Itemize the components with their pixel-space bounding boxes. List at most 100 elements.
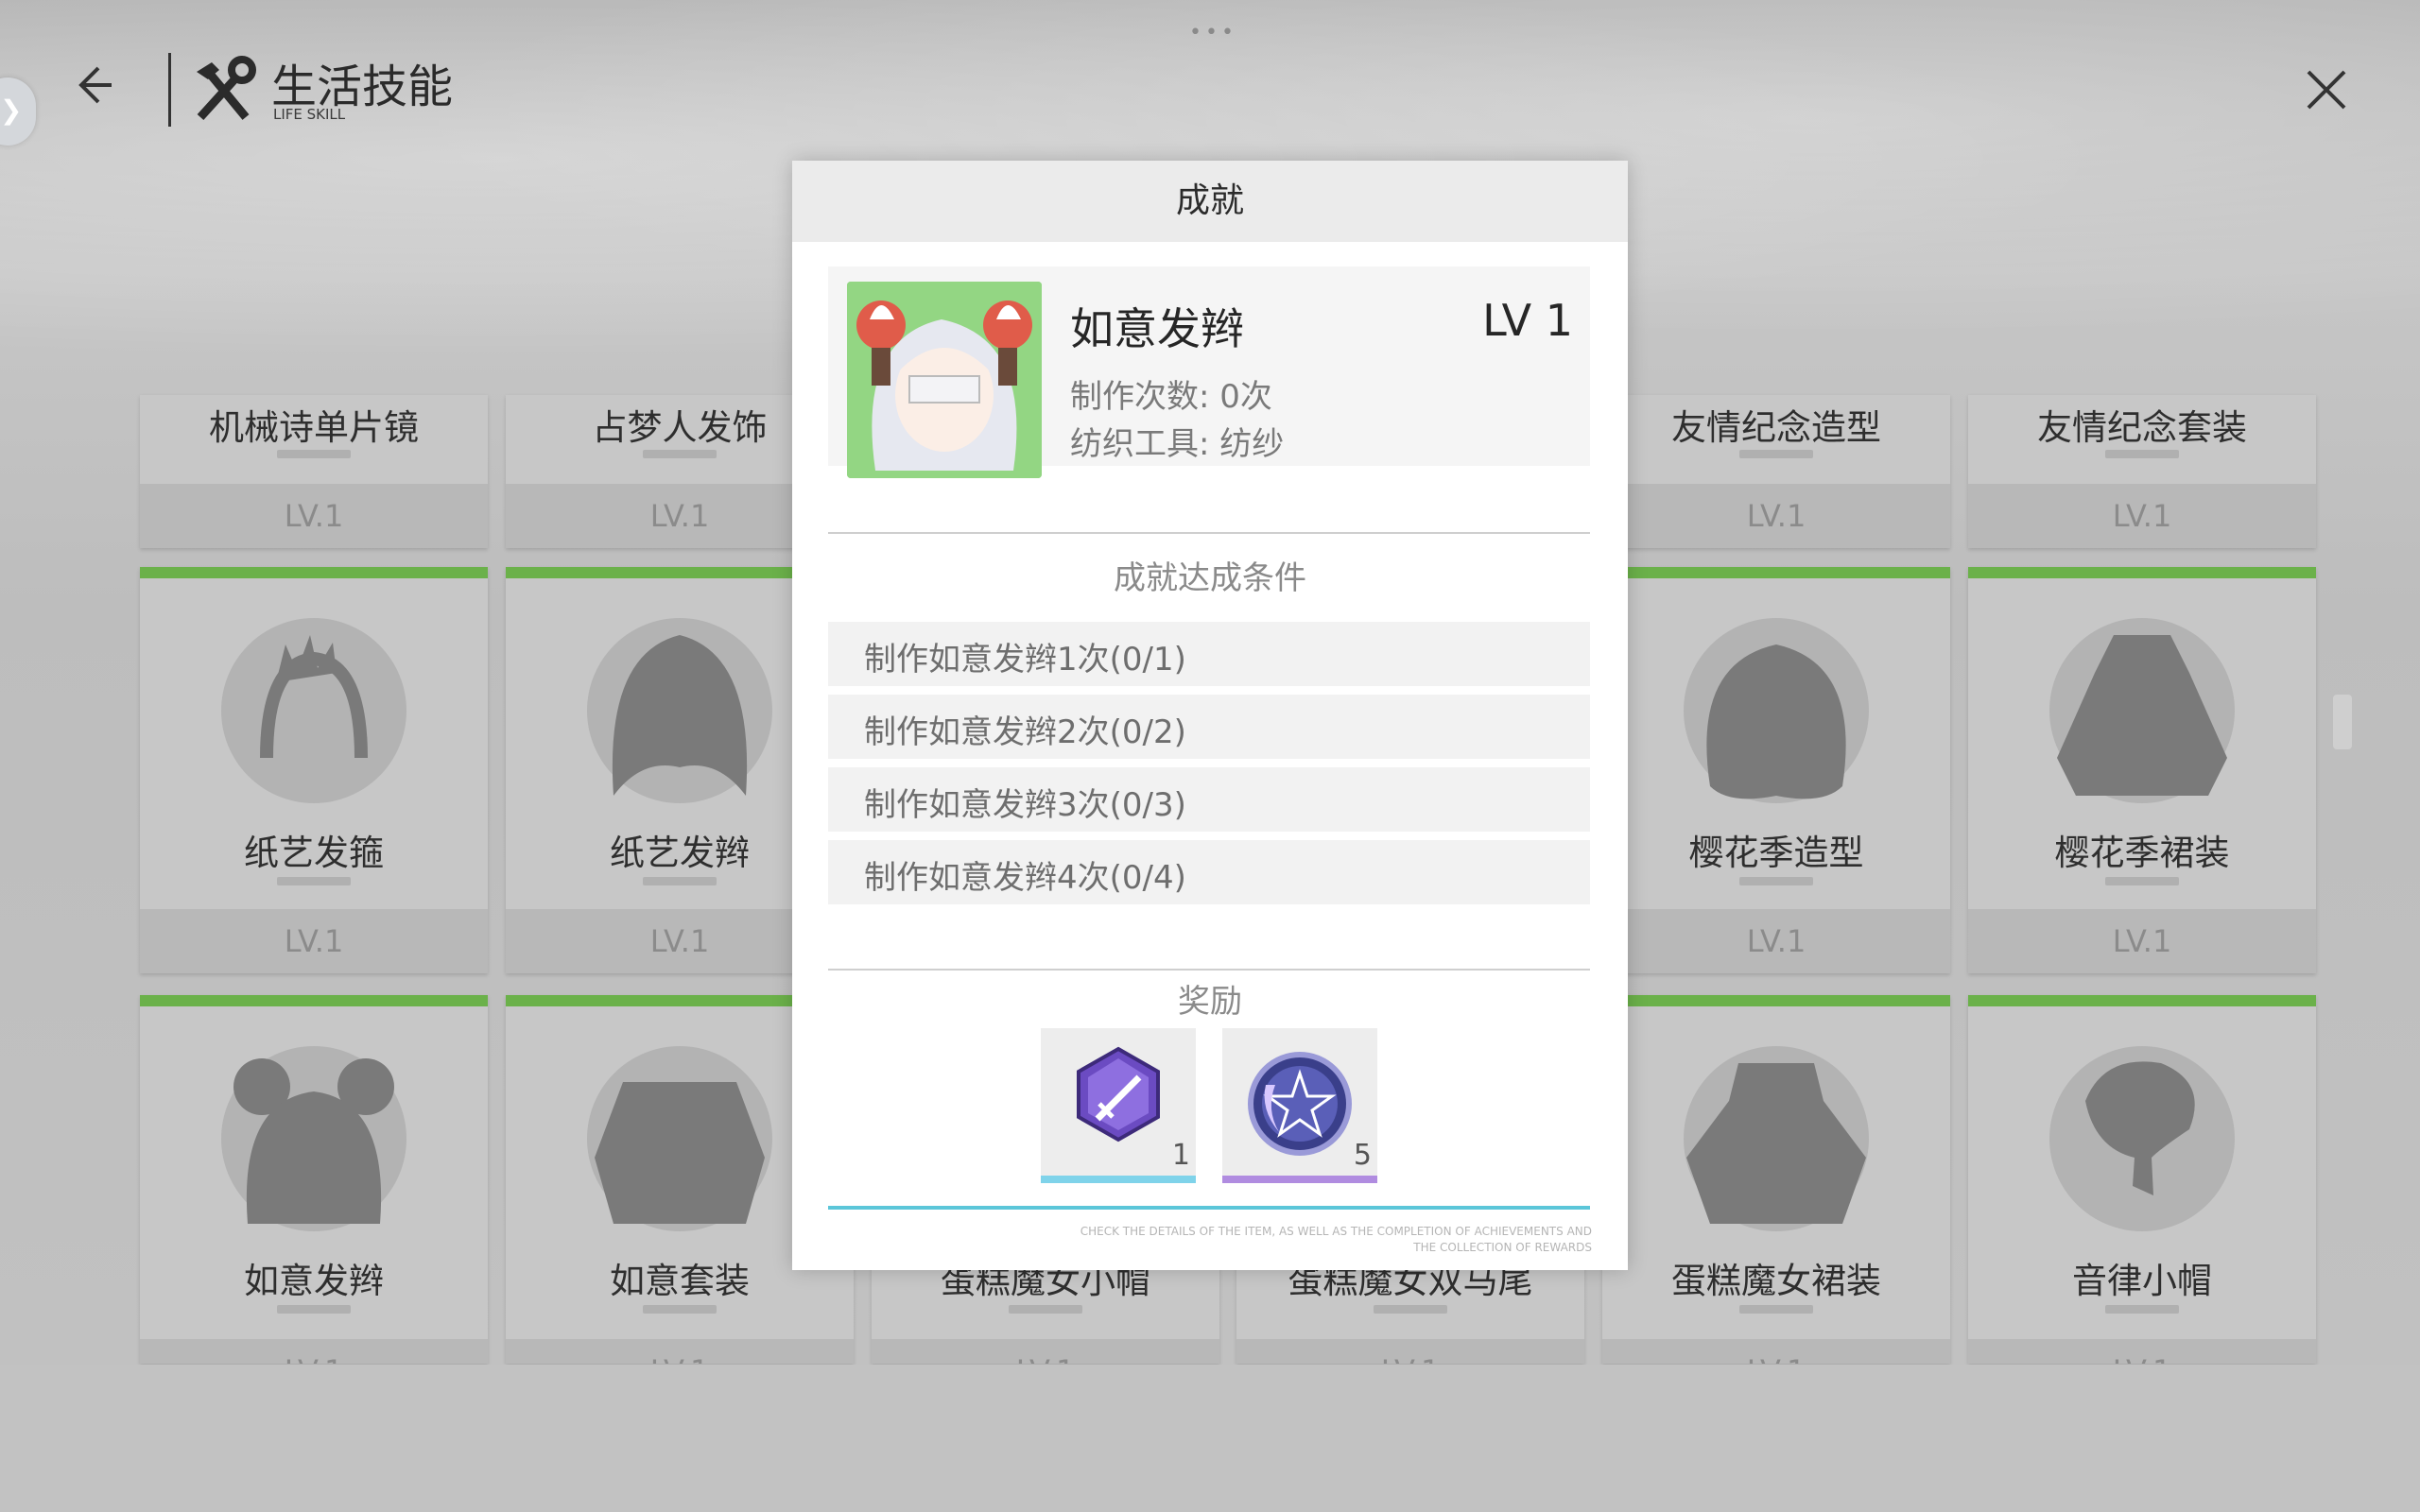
skill-name-bar: [1739, 450, 1813, 458]
skill-level: LV.1: [1236, 1339, 1584, 1364]
item-silhouette: [1602, 1006, 1950, 1248]
skill-name-bar: [1009, 1305, 1082, 1314]
headband-silhouette-icon: [221, 618, 406, 803]
skill-level: LV.1: [872, 1339, 1219, 1364]
modal-title: 成就: [792, 161, 1628, 242]
skill-level: LV.1: [1602, 484, 1950, 548]
divider: [828, 969, 1590, 971]
skill-name: 樱花季造型: [1688, 833, 1864, 873]
reward-rarity-bar: [1041, 1176, 1196, 1183]
braid-silhouette-icon: [587, 618, 772, 803]
skill-name-bar: [277, 877, 351, 885]
item-thumbnail: [847, 282, 1042, 478]
scroll-handle[interactable]: [2333, 695, 2352, 749]
item-silhouette: [140, 578, 488, 820]
condition-row: 制作如意发辫1次(0/1): [828, 622, 1590, 686]
condition-text: 制作如意发辫3次(0/3): [864, 786, 1186, 824]
reward-count: 5: [1353, 1139, 1372, 1172]
character-portrait-icon: [847, 282, 1042, 478]
skill-name-bar: [1739, 877, 1813, 885]
skill-name-bar: [643, 1305, 717, 1314]
hammer-wrench-icon: [197, 56, 256, 121]
footer-note: CHECK THE DETAILS OF THE ITEM, AS WELL A…: [1080, 1225, 1592, 1254]
skill-name: 蛋糕魔女裙装: [1671, 1261, 1881, 1301]
back-arrow-icon[interactable]: [66, 59, 119, 112]
skill-level: LV.1: [506, 1339, 854, 1364]
reward-rarity-bar: [1222, 1176, 1377, 1183]
skill-name-bar: [277, 450, 351, 458]
skill-level: LV.1: [140, 484, 488, 548]
dress-silhouette-icon: [2049, 618, 2235, 803]
skill-level: LV.1: [140, 909, 488, 973]
condition-text: 制作如意发辫2次(0/2): [864, 713, 1186, 751]
card-accent-line: [1602, 567, 1950, 578]
item-silhouette: [140, 1006, 488, 1248]
craft-tool: 纺织工具: 纺纱: [1070, 425, 1285, 463]
skill-card[interactable]: 友情纪念套装 LV.1: [1968, 395, 2316, 548]
chevron-right-icon: ❯: [0, 94, 23, 126]
dress-silhouette-icon: [1684, 1046, 1869, 1231]
skill-name: 纸艺发箍: [244, 833, 384, 873]
header-divider: [168, 53, 171, 127]
skill-name: 友情纪念套装: [2037, 407, 2247, 448]
buns-silhouette-icon: [221, 1046, 406, 1231]
skill-card[interactable]: 友情纪念造型 LV.1: [1602, 395, 1950, 548]
skill-level: LV.1: [1602, 909, 1950, 973]
craft-count: 制作次数: 0次: [1070, 378, 1272, 416]
footer-accent-line: [828, 1206, 1590, 1210]
condition-row: 制作如意发辫2次(0/2): [828, 695, 1590, 759]
skill-card[interactable]: 机械诗单片镜 LV.1: [140, 395, 488, 548]
close-icon[interactable]: [2303, 66, 2350, 113]
achievement-modal: 成就 如意发辫 LV 1 制作次数: 0次 纺织工具: 纺纱 成就达成条件 制作…: [792, 161, 1628, 1270]
reward-item[interactable]: 5: [1222, 1028, 1377, 1183]
skill-name-bar: [2105, 877, 2179, 885]
card-accent-line: [1968, 995, 2316, 1006]
item-level: LV 1: [1482, 295, 1573, 346]
reward-count: 1: [1171, 1139, 1190, 1172]
skill-name-bar: [643, 877, 717, 885]
condition-row: 制作如意发辫3次(0/3): [828, 767, 1590, 832]
skill-card[interactable]: 如意发辫 LV.1: [140, 995, 488, 1364]
item-name: 如意发辫: [1070, 303, 1244, 354]
condition-text: 制作如意发辫1次(0/1): [864, 641, 1186, 679]
skill-card[interactable]: 蛋糕魔女裙装 LV.1: [1602, 995, 1950, 1364]
skill-name-bar: [2105, 1305, 2179, 1314]
hairstyle-silhouette-icon: [1684, 618, 1869, 803]
drag-handle-icon[interactable]: •••: [1189, 21, 1237, 44]
skill-name: 如意发辫: [244, 1261, 384, 1301]
item-summary: 如意发辫 LV 1 制作次数: 0次 纺织工具: 纺纱: [828, 266, 1590, 478]
item-silhouette: [1968, 578, 2316, 820]
skill-name-bar: [1374, 1305, 1447, 1314]
page-subtitle: LIFE SKILL: [273, 106, 346, 123]
skill-name: 樱花季裙装: [2054, 833, 2230, 873]
skill-level: LV.1: [1968, 1339, 2316, 1364]
skill-name-bar: [643, 450, 717, 458]
skill-card[interactable]: 纸艺发箍 LV.1: [140, 567, 488, 973]
skill-name-bar: [2105, 450, 2179, 458]
card-accent-line: [1602, 995, 1950, 1006]
card-accent-line: [140, 567, 488, 578]
reward-item[interactable]: 1: [1041, 1028, 1196, 1183]
conditions-title: 成就达成条件: [1114, 559, 1306, 597]
skill-level: LV.1: [140, 1339, 488, 1364]
bottom-area: [0, 1365, 2420, 1512]
skill-name: 音律小帽: [2072, 1261, 2212, 1301]
outfit-silhouette-icon: [587, 1046, 772, 1231]
skill-level: LV.1: [1602, 1339, 1950, 1364]
skill-name: 友情纪念造型: [1671, 407, 1881, 448]
skill-card[interactable]: 樱花季裙装 LV.1: [1968, 567, 2316, 973]
skill-card[interactable]: 音律小帽 LV.1: [1968, 995, 2316, 1364]
skill-name: 机械诗单片镜: [209, 407, 419, 448]
item-silhouette: [1602, 578, 1950, 820]
card-accent-line: [140, 995, 488, 1006]
rewards-title: 奖励: [1178, 983, 1242, 1021]
skill-name-bar: [277, 1305, 351, 1314]
hat-silhouette-icon: [2049, 1046, 2235, 1231]
condition-row: 制作如意发辫4次(0/4): [828, 840, 1590, 904]
skill-card[interactable]: 樱花季造型 LV.1: [1602, 567, 1950, 973]
skill-name-bar: [1739, 1305, 1813, 1314]
card-accent-line: [1968, 567, 2316, 578]
item-silhouette: [1968, 1006, 2316, 1248]
skill-level: LV.1: [1968, 909, 2316, 973]
condition-text: 制作如意发辫4次(0/4): [864, 859, 1186, 897]
